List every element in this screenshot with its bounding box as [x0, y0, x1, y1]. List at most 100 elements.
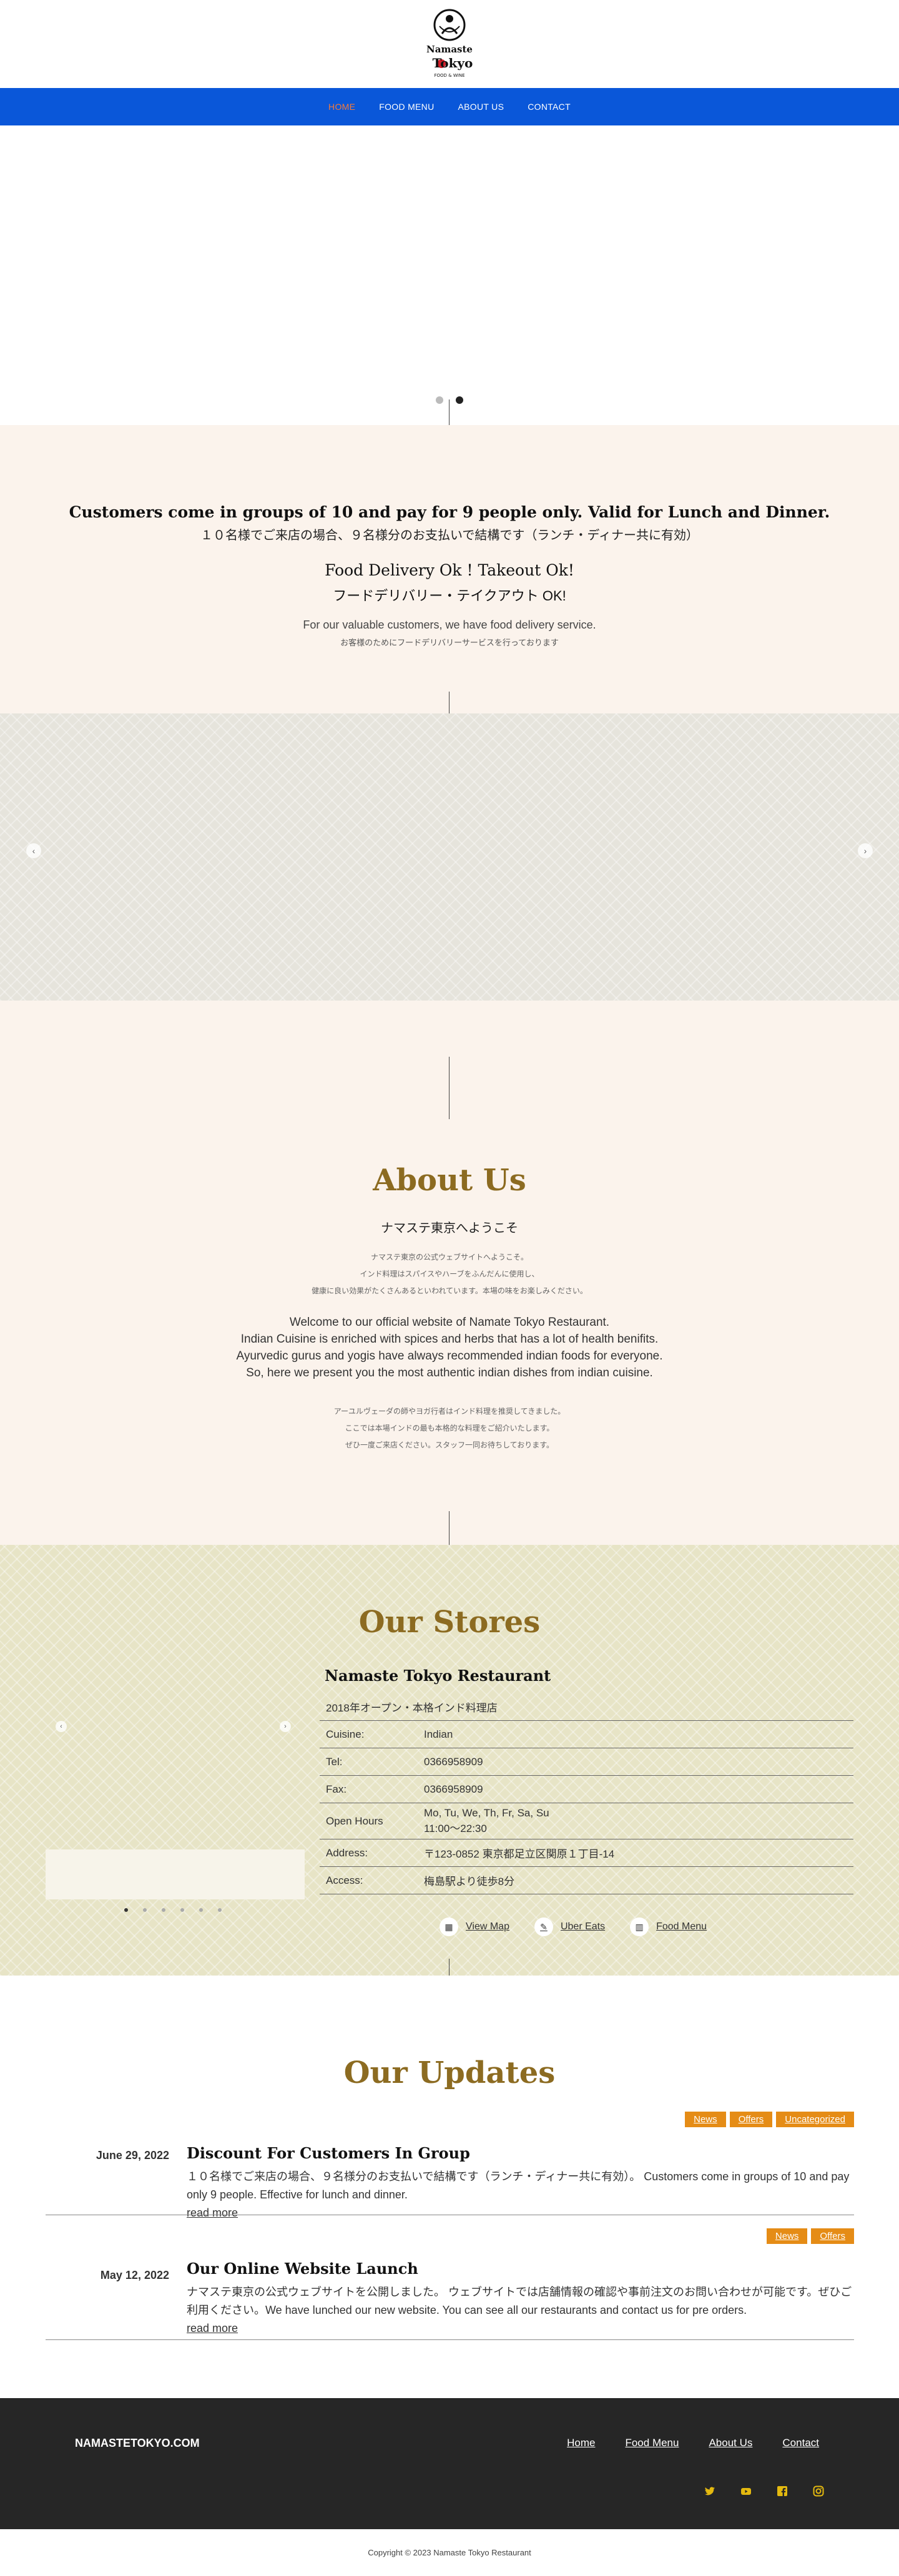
- row-key: Cuisine:: [326, 1728, 365, 1740]
- nav-food-menu[interactable]: FOOD MENU: [379, 102, 434, 112]
- youtube-icon[interactable]: [740, 2485, 752, 2497]
- slider-dot[interactable]: [180, 1908, 184, 1912]
- slider-dot-active[interactable]: [124, 1908, 128, 1912]
- store-links: ▦ View Map ✎ Uber Eats ▥ Food Menu: [440, 1917, 707, 1936]
- row-value[interactable]: 0366958909: [424, 1752, 853, 1772]
- updates-section: Our Updates News Offers Uncategorized Ju…: [0, 1976, 899, 2398]
- footer-brand: NAMASTETOKYO.COM: [75, 2437, 200, 2449]
- about-en-line: Ayurvedic gurus and yogis have always re…: [236, 1349, 663, 1363]
- social-links: [704, 2485, 824, 2497]
- row-key: Open Hours: [326, 1814, 383, 1827]
- post-divider: [46, 2339, 854, 2340]
- store-info: Namaste Tokyo Restaurant 2018年オープン・本格インド…: [320, 1667, 853, 1894]
- facebook-icon[interactable]: [777, 2485, 788, 2497]
- post-date: May 12, 2022: [100, 2269, 169, 2281]
- link-label: Food Menu: [656, 1921, 707, 1932]
- twitter-icon[interactable]: [704, 2485, 715, 2497]
- store-row-tel: Tel: 0366958909: [320, 1748, 853, 1776]
- promo-headline-jp: １０名様でご来店の場合、９名様分のお支払いで結構です（ランチ・ディナー共に有効）: [200, 529, 699, 542]
- about-title: About Us: [373, 1163, 526, 1198]
- store-row-fax: Fax: 0366958909: [320, 1776, 853, 1803]
- pen-icon: ✎: [534, 1917, 553, 1936]
- link-label: Uber Eats: [560, 1921, 606, 1932]
- site-header: Namaste Tokyo FOOD & WINE: [0, 0, 899, 88]
- map-icon: ▦: [440, 1917, 458, 1936]
- footer-link-contact[interactable]: Contact: [782, 2437, 819, 2449]
- post-item: News Offers Uncategorized June 29, 2022 …: [46, 2112, 854, 2236]
- store-note-row: 2018年オープン・本格インド料理店: [320, 1693, 853, 1721]
- image-slider: ‹ ›: [0, 713, 899, 1001]
- svg-text:Tokyo: Tokyo: [433, 56, 473, 71]
- row-key: Tel:: [326, 1755, 343, 1768]
- tag-news[interactable]: News: [685, 2112, 726, 2127]
- about-jp-line: アーユルヴェーダの師やヨガ行者はインド料理を推奨してきました。: [333, 1407, 566, 1416]
- store-row-address: Address: 〒123-0852 東京都足立区関原１丁目-14: [320, 1839, 853, 1867]
- promo-delivery: Food Delivery Ok ! Takeout Ok!: [325, 561, 574, 579]
- row-value: 0366958909: [424, 1783, 483, 1795]
- uber-eats-link[interactable]: ✎ Uber Eats: [534, 1917, 605, 1936]
- post-title[interactable]: Our Online Website Launch: [187, 2260, 418, 2278]
- row-key: Address:: [326, 1846, 368, 1859]
- slider-dot-active[interactable]: [456, 396, 463, 404]
- footer-nav: Home Food Menu About Us Contact: [567, 2437, 819, 2449]
- promo-headline: Customers come in groups of 10 and pay f…: [69, 503, 830, 521]
- about-en-line: Welcome to our official website of Namat…: [289, 1316, 610, 1329]
- next-arrow-icon[interactable]: ›: [858, 843, 873, 858]
- store-note: 2018年オープン・本格インド料理店: [326, 1702, 498, 1714]
- about-jp-line: ここでは本場インドの最も本格的な料理をご紹介いたします。: [345, 1424, 554, 1432]
- slider-dot[interactable]: [218, 1908, 222, 1912]
- post-excerpt: ナマステ東京の公式ウェブサイトを公開しました。 ウェブサイトでは店舗情報の確認や…: [187, 2283, 855, 2338]
- promo-delivery-jp: フードデリバリー・テイクアウト OK!: [333, 588, 566, 604]
- slider-dot[interactable]: [199, 1908, 203, 1912]
- book-icon: ▥: [630, 1917, 649, 1936]
- about-en-line: So, here we present you the most authent…: [246, 1366, 653, 1379]
- divider-line: [449, 1057, 450, 1119]
- updates-title: Our Updates: [343, 2055, 556, 2090]
- nav-about-us[interactable]: ABOUT US: [458, 102, 504, 112]
- row-key: Access:: [326, 1874, 363, 1886]
- footer-link-food-menu[interactable]: Food Menu: [625, 2437, 679, 2449]
- svg-text:FOOD & WINE: FOOD & WINE: [435, 73, 465, 78]
- store-name: Namaste Tokyo Restaurant: [325, 1667, 551, 1685]
- promo-text-jp: お客様のためにフードデリバリーサービスを行っております: [340, 638, 559, 647]
- about-jp-line: ぜひ一度ご来店ください。スタッフ一同お待ちしております。: [345, 1441, 554, 1449]
- slider-dot[interactable]: [162, 1908, 165, 1912]
- main-nav: HOME FOOD MENU ABOUT US CONTACT: [0, 88, 899, 125]
- post-title[interactable]: Discount For Customers In Group: [187, 2144, 470, 2162]
- read-more-link[interactable]: read more: [187, 2322, 238, 2334]
- nav-home[interactable]: HOME: [328, 102, 355, 112]
- about-jp-line: インド料理はスパイスやハーブをふんだんに使用し、: [360, 1270, 539, 1278]
- excerpt-text: １０名様でご来店の場合、９名様分のお支払いで結構です（ランチ・ディナー共に有効）…: [187, 2170, 850, 2201]
- instagram-icon[interactable]: [813, 2485, 824, 2497]
- stores-section: Our Stores ‹ › Namaste Tokyo Restaurant …: [0, 1545, 899, 1976]
- slider-dot[interactable]: [436, 396, 443, 404]
- store-prev-arrow-icon[interactable]: ‹: [56, 1721, 67, 1732]
- copyright: Copyright © 2023 Namaste Tokyo Restauran…: [0, 2529, 899, 2576]
- hero-slider: [0, 125, 899, 425]
- footer-link-home[interactable]: Home: [567, 2437, 595, 2449]
- view-map-link[interactable]: ▦ View Map: [440, 1917, 509, 1936]
- tag-offers[interactable]: Offers: [811, 2228, 854, 2244]
- promo-text: For our valuable customers, we have food…: [303, 619, 596, 631]
- tag-offers[interactable]: Offers: [729, 2112, 773, 2127]
- hours-days: Mo, Tu, We, Th, Fr, Sa, Su: [424, 1807, 549, 1819]
- row-value: Mo, Tu, We, Th, Fr, Sa, Su 11:00〜22:30: [424, 1803, 853, 1839]
- prev-arrow-icon[interactable]: ‹: [26, 843, 41, 858]
- tag-news[interactable]: News: [766, 2228, 808, 2244]
- post-tags: News Offers: [766, 2228, 854, 2244]
- slider-dot[interactable]: [143, 1908, 147, 1912]
- footer-link-about-us[interactable]: About Us: [709, 2437, 752, 2449]
- post-excerpt: １０名様でご来店の場合、９名様分のお支払いで結構です（ランチ・ディナー共に有効）…: [187, 2168, 855, 2222]
- promo-section: Customers come in groups of 10 and pay f…: [0, 425, 899, 713]
- tag-uncategorized[interactable]: Uncategorized: [776, 2112, 854, 2127]
- site-logo[interactable]: Namaste Tokyo FOOD & WINE: [418, 5, 481, 83]
- nav-contact[interactable]: CONTACT: [528, 102, 571, 112]
- read-more-link[interactable]: read more: [187, 2206, 238, 2219]
- about-en-text: Welcome to our official website of Namat…: [0, 1314, 899, 1381]
- row-key: Fax:: [326, 1783, 347, 1795]
- store-slider-dots: [124, 1908, 222, 1912]
- post-tags: News Offers Uncategorized: [685, 2112, 854, 2127]
- store-next-arrow-icon[interactable]: ›: [280, 1721, 291, 1732]
- store-row-access: Access: 梅島駅より徒歩8分: [320, 1867, 853, 1894]
- food-menu-link[interactable]: ▥ Food Menu: [630, 1917, 707, 1936]
